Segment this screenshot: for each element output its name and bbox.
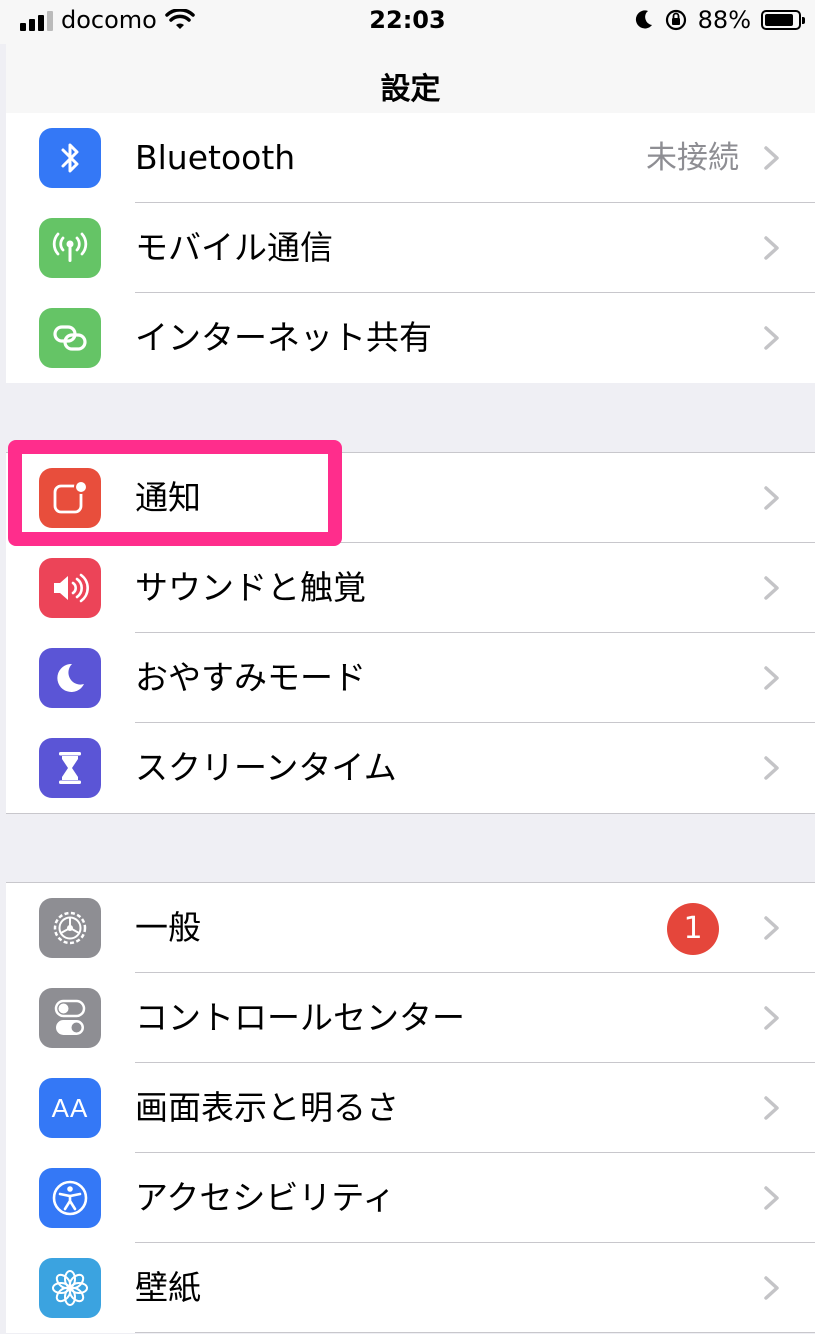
gear-icon xyxy=(39,898,101,958)
settings-row-personal-hotspot[interactable]: インターネット共有 xyxy=(6,293,815,383)
settings-row-label: スクリーンタイム xyxy=(135,748,397,787)
chevron-right-icon xyxy=(764,326,779,350)
settings-row-general[interactable]: 一般 1 xyxy=(6,883,815,973)
settings-row-wallpaper[interactable]: 壁紙 xyxy=(6,1243,815,1333)
bluetooth-icon xyxy=(39,128,101,188)
settings-row-label: Bluetooth xyxy=(135,138,296,177)
chevron-right-icon xyxy=(764,916,779,940)
chevron-right-icon xyxy=(764,1006,779,1030)
settings-row-mobile-data[interactable]: モバイル通信 xyxy=(6,203,815,293)
row-separator xyxy=(135,1332,815,1333)
chevron-right-icon xyxy=(764,756,779,780)
settings-row-label: モバイル通信 xyxy=(135,228,333,267)
page-title: 設定 xyxy=(380,72,441,107)
notification-badge: 1 xyxy=(667,903,719,955)
chevron-right-icon xyxy=(764,146,779,170)
speaker-icon xyxy=(39,558,101,618)
highlight-box xyxy=(8,440,342,546)
settings-row-sounds-haptics[interactable]: サウンドと触覚 xyxy=(6,543,815,633)
settings-row-bluetooth[interactable]: Bluetooth 未接続 xyxy=(6,113,815,203)
settings-row-label: 一般 xyxy=(135,908,201,947)
bluetooth-status-value: 未接続 xyxy=(646,140,739,176)
battery-icon xyxy=(761,10,805,30)
settings-row-label: コントロールセンター xyxy=(135,998,465,1037)
settings-row-display-brightness[interactable]: AA 画面表示と明るさ xyxy=(6,1063,815,1153)
chevron-right-icon xyxy=(764,1186,779,1210)
moon-status-icon xyxy=(635,10,652,29)
accessibility-icon xyxy=(39,1168,101,1228)
toggles-icon xyxy=(39,988,101,1048)
status-bar: docomo 22:03 88% xyxy=(0,0,815,44)
orientation-lock-icon xyxy=(665,9,686,31)
chevron-right-icon xyxy=(764,1096,779,1120)
chevron-right-icon xyxy=(764,486,779,510)
chevron-right-icon xyxy=(764,236,779,260)
hourglass-icon xyxy=(39,738,101,798)
chevron-right-icon xyxy=(764,576,779,600)
chevron-right-icon xyxy=(764,1276,779,1300)
text-size-icon: AA xyxy=(39,1078,101,1138)
settings-row-label: サウンドと触覚 xyxy=(135,568,366,607)
settings-row-control-center[interactable]: コントロールセンター xyxy=(6,973,815,1063)
link-icon xyxy=(39,308,101,368)
antenna-icon xyxy=(39,218,101,278)
text-size-icon-glyph: AA xyxy=(51,1092,89,1123)
settings-row-label: インターネット共有 xyxy=(135,318,432,357)
chevron-right-icon xyxy=(764,666,779,690)
settings-row-screen-time[interactable]: スクリーンタイム xyxy=(6,723,815,813)
settings-row-label: 画面表示と明るさ xyxy=(135,1088,399,1127)
battery-percent: 88% xyxy=(697,6,751,34)
status-right: 88% xyxy=(634,6,805,34)
settings-row-label: アクセシビリティ xyxy=(135,1178,396,1217)
settings-row-do-not-disturb[interactable]: おやすみモード xyxy=(6,633,815,723)
settings-row-label: 壁紙 xyxy=(135,1268,201,1307)
settings-row-accessibility[interactable]: アクセシビリティ xyxy=(6,1153,815,1243)
settings-group-general: 一般 1 コントロールセンター AA 画面表示と明るさ アクセシビリティ 壁紙 xyxy=(6,882,815,1333)
flower-icon xyxy=(39,1258,101,1318)
settings-group-connectivity: Bluetooth 未接続 モバイル通信 インターネット共有 xyxy=(6,113,815,383)
settings-row-label: おやすみモード xyxy=(135,658,366,697)
moon-icon xyxy=(39,648,101,708)
